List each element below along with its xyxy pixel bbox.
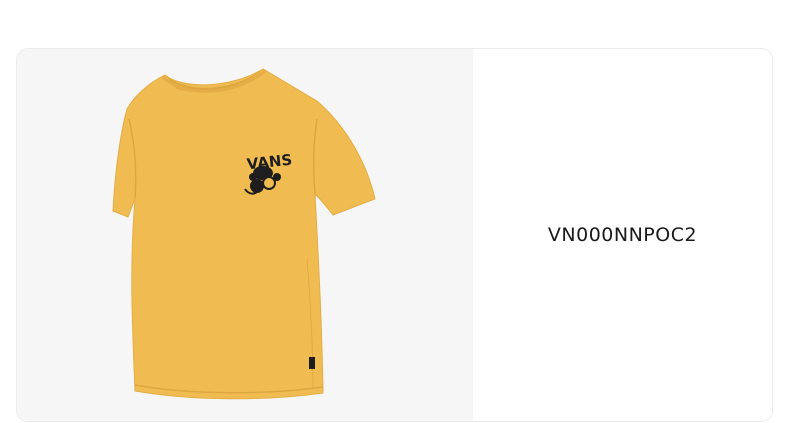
product-image[interactable]: VANS — [17, 49, 473, 422]
product-info-panel: VN000NNPOC2 — [473, 49, 772, 421]
tshirt-graphic — [112, 68, 376, 400]
product-card: VANS VN000NNPOC2 — [16, 48, 773, 422]
product-image-panel: VANS — [17, 49, 473, 421]
product-code: VN000NNPOC2 — [547, 224, 698, 246]
